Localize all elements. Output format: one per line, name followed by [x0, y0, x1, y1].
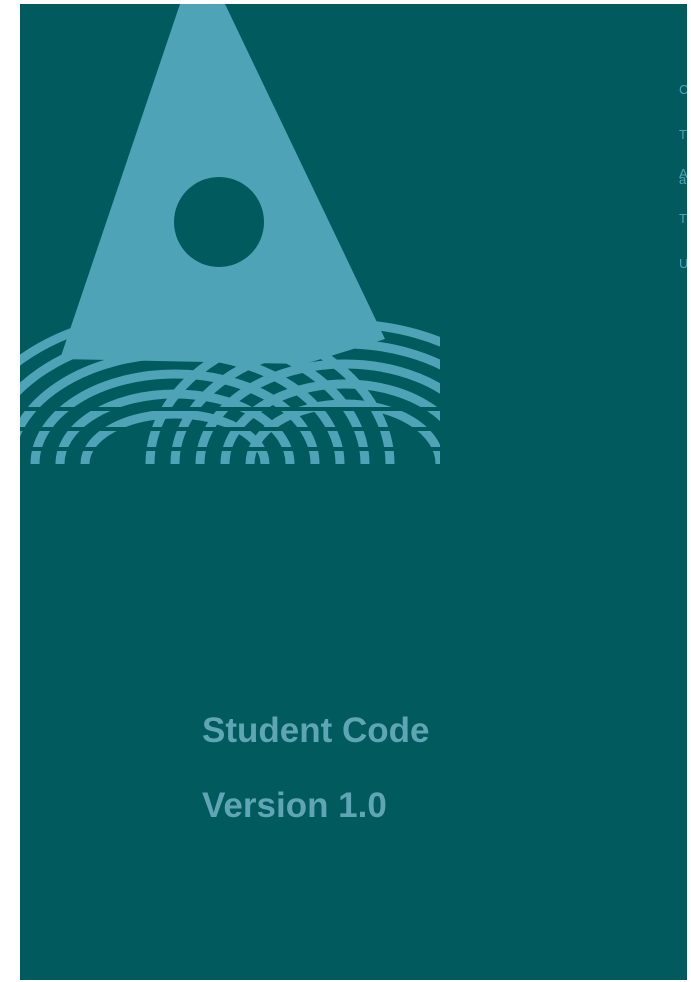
- edge-text-line: C: [679, 82, 687, 97]
- university-logo-icon: [20, 4, 440, 464]
- document-version: Version 1.0: [202, 786, 387, 825]
- document-title: Student Code: [202, 711, 430, 750]
- cover-page: C T a A T U Student Code Version 1.0: [20, 4, 687, 980]
- edge-text-block-2: A T U: [679, 136, 687, 301]
- edge-text-line: U: [679, 256, 687, 271]
- edge-text-line: T: [679, 211, 687, 226]
- edge-text-line: A: [679, 166, 687, 181]
- logo-sun: [174, 177, 264, 267]
